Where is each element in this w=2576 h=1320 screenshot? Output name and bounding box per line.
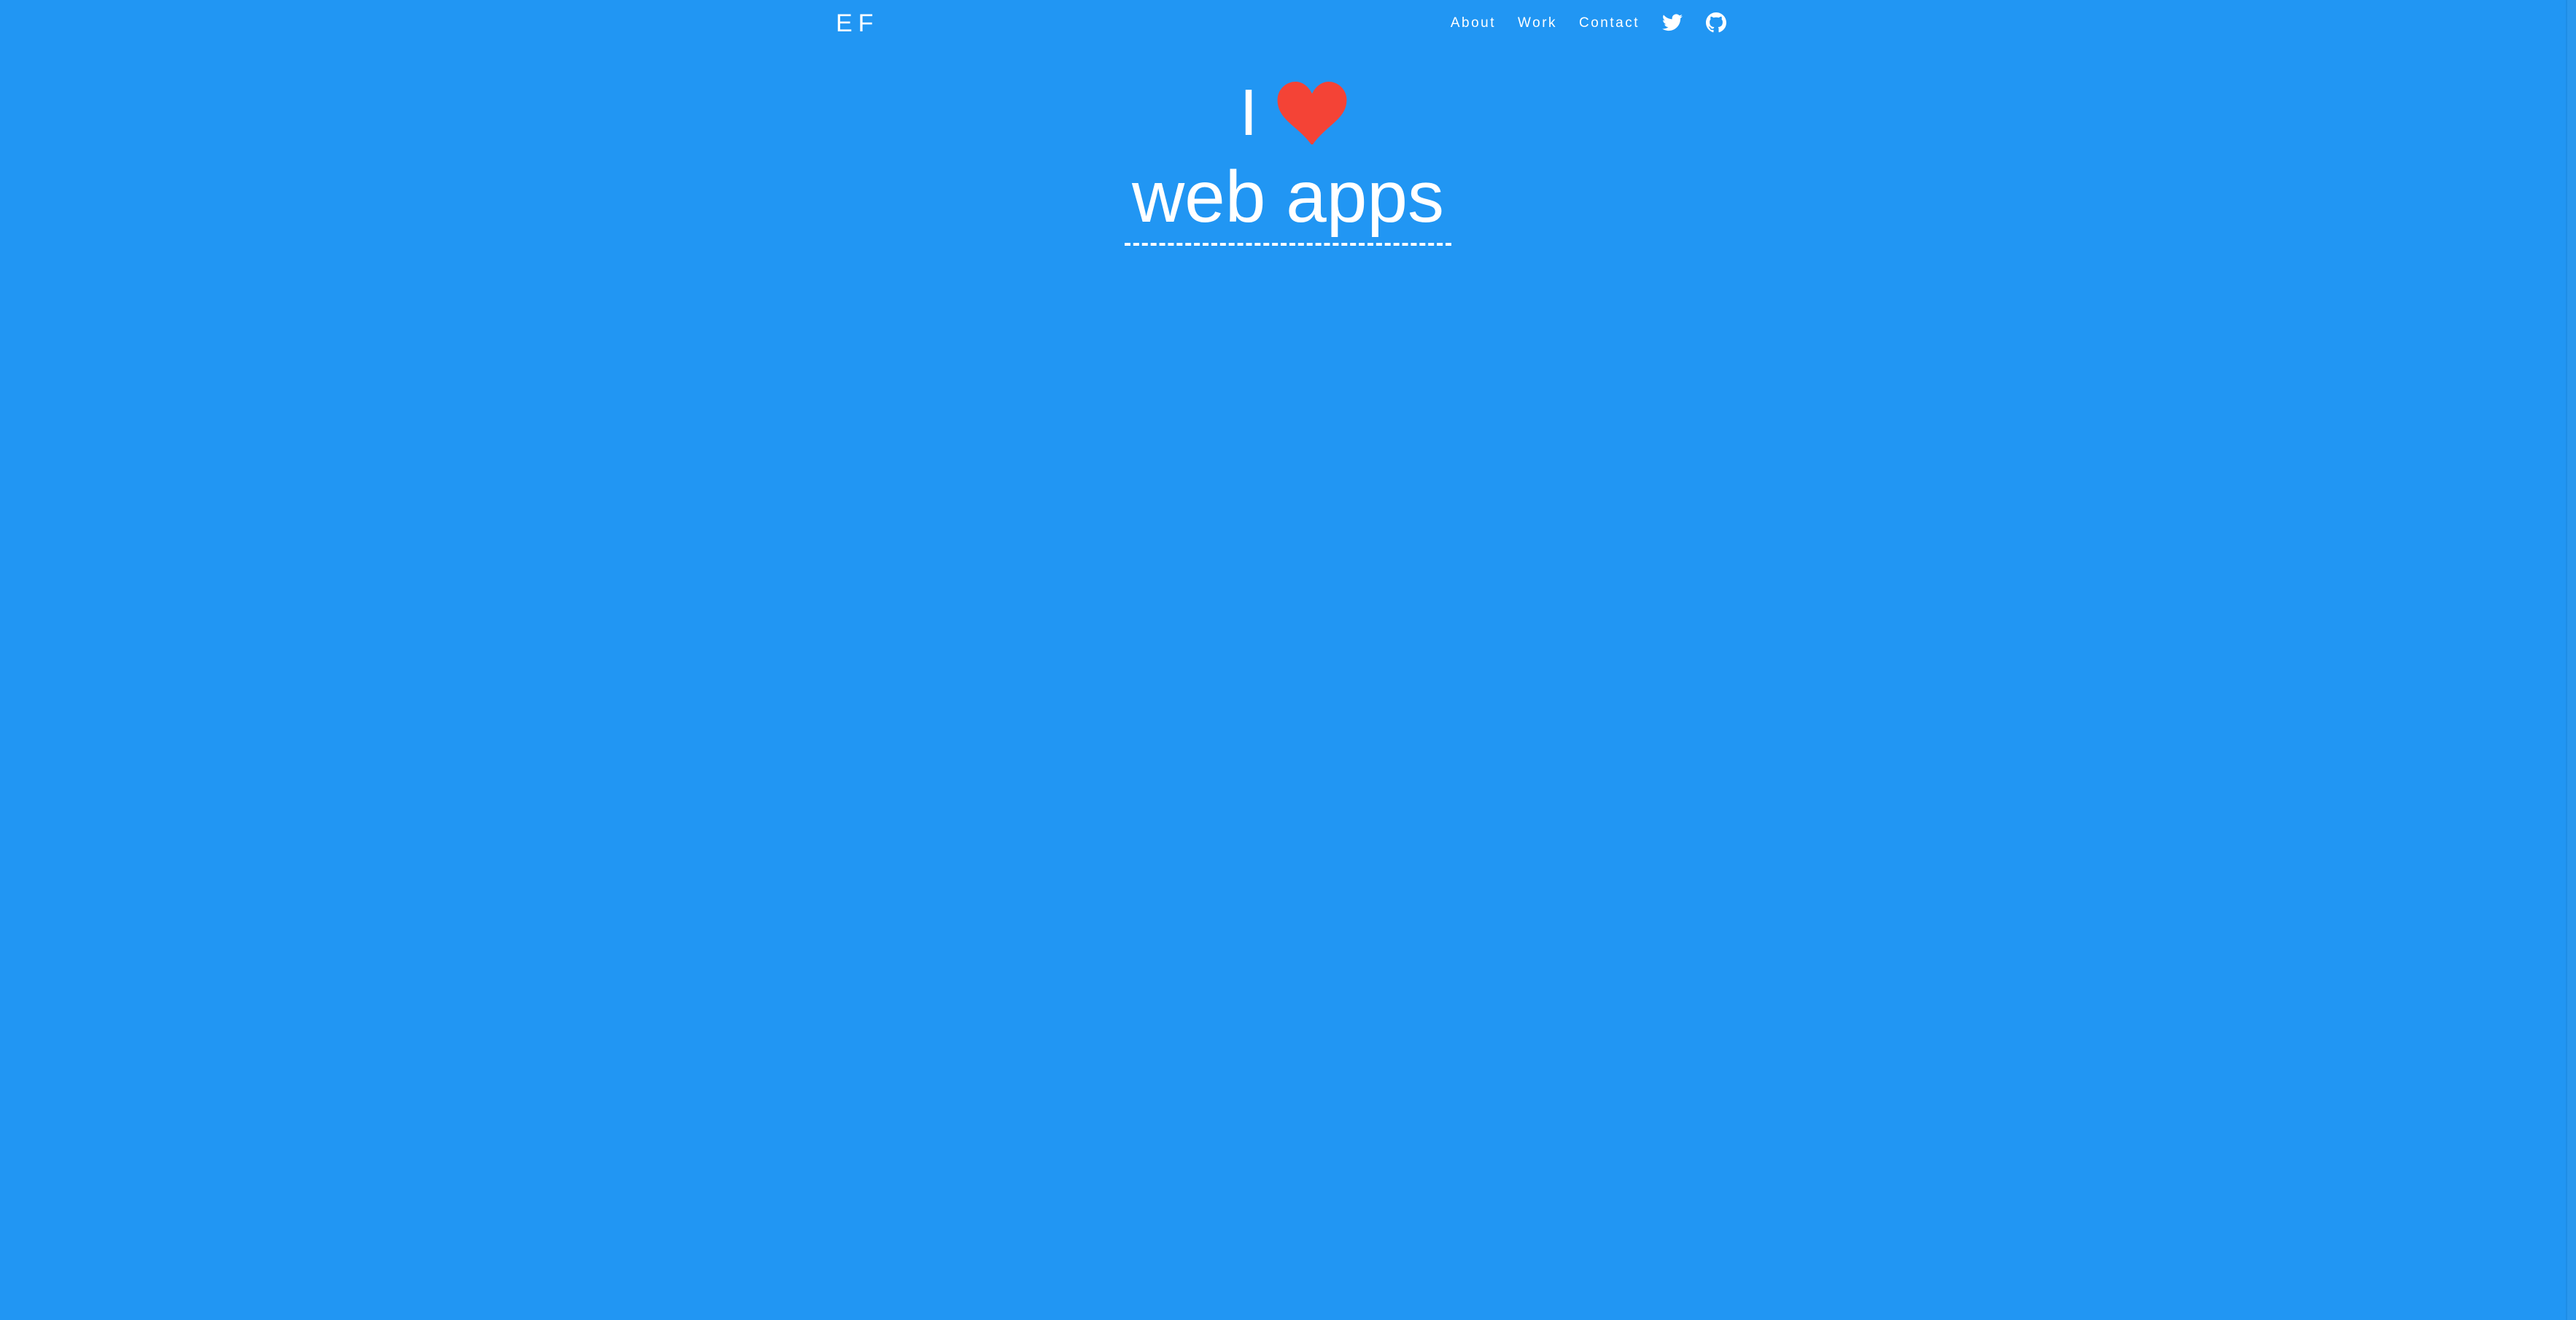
page: EF About Work Contact I web apps: [0, 0, 2576, 1320]
nav-link-work[interactable]: Work: [1518, 16, 1557, 30]
twitter-icon: [1662, 14, 1683, 31]
twitter-link[interactable]: [1661, 12, 1683, 34]
brand-logo[interactable]: EF: [836, 9, 879, 36]
nav-link-contact[interactable]: Contact: [1579, 16, 1640, 30]
github-icon: [1706, 12, 1726, 33]
github-link[interactable]: [1705, 12, 1727, 34]
navbar: EF About Work Contact: [836, 0, 1727, 45]
hero-tagline: I: [10, 73, 2576, 153]
scrollbar[interactable]: [2566, 0, 2576, 1320]
hero: I web apps: [0, 73, 2576, 246]
hero-rotating-word: web apps: [1124, 159, 1452, 246]
heart-icon: [1277, 82, 1346, 144]
nav-link-about[interactable]: About: [1451, 16, 1496, 30]
nav-menu: About Work Contact: [1451, 12, 1727, 34]
hero-prefix: I: [1239, 77, 1258, 150]
